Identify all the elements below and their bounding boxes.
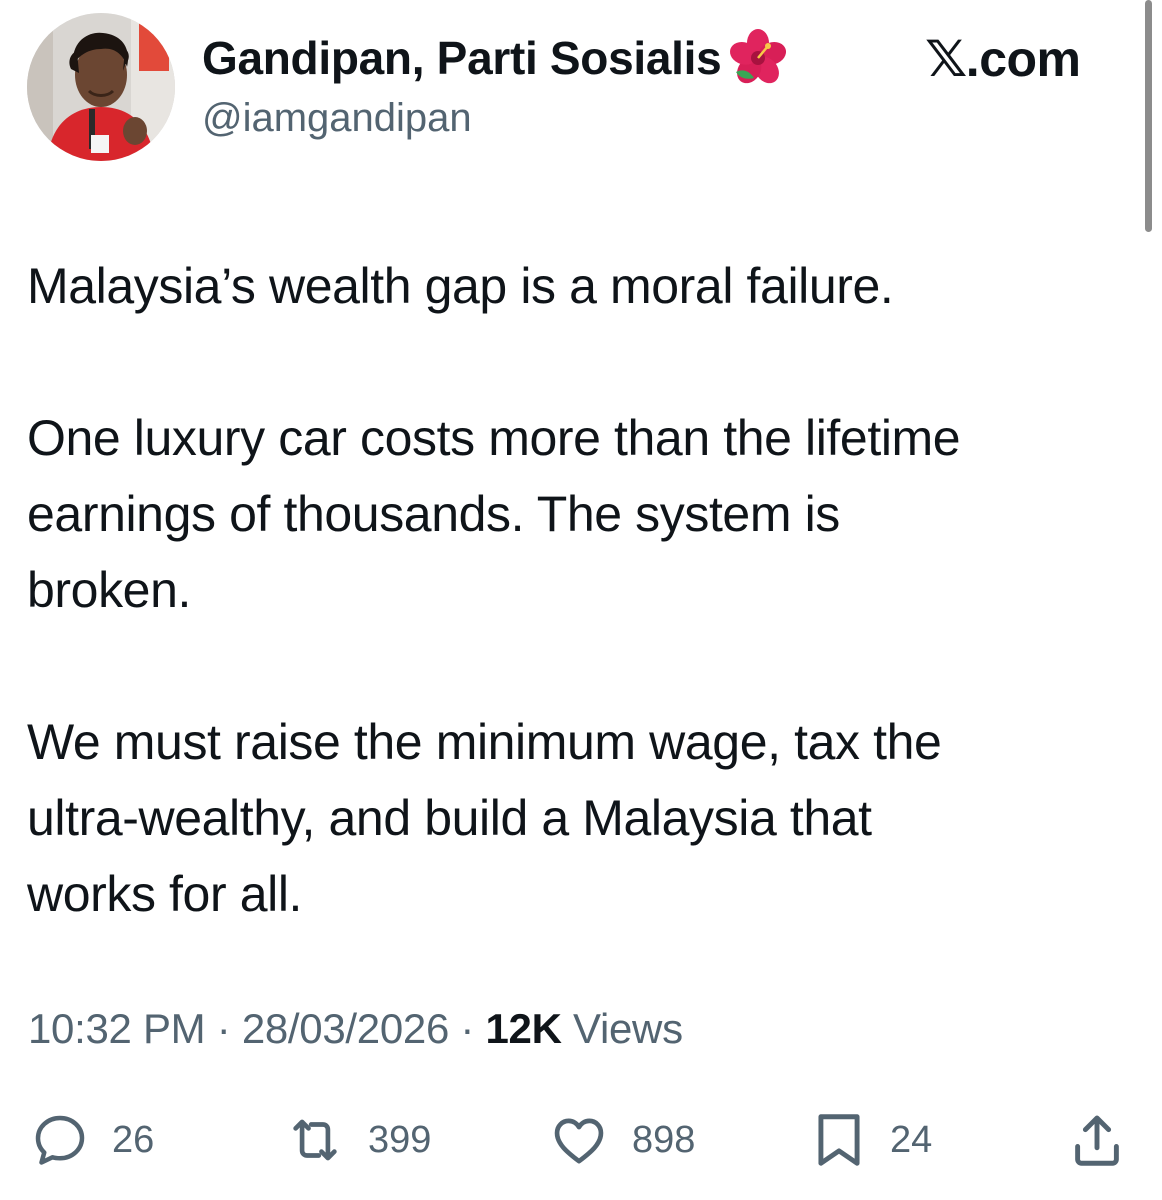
hibiscus-icon (727, 27, 789, 89)
reply-icon (35, 1115, 85, 1165)
like-count: 898 (632, 1119, 696, 1161)
tweet-meta: 10:32 PM · 28/03/2026 · 12K Views (28, 1003, 683, 1055)
repost-icon (293, 1119, 337, 1161)
tweet-action-bar: 26 399 898 24 (0, 1108, 1162, 1172)
tweet-text: Malaysia’s wealth gap is a moral failure… (27, 248, 1137, 1008)
avatar[interactable] (27, 13, 175, 161)
tweet-time[interactable]: 10:32 PM (28, 1005, 206, 1052)
scrollbar[interactable] (1145, 0, 1152, 232)
profile-photo (27, 13, 175, 161)
author-display-name[interactable]: Gandipan, Parti Sosialis (202, 32, 722, 84)
like-button[interactable]: 898 (548, 1108, 695, 1172)
tweet-paragraph: Malaysia’s wealth gap is a moral failure… (27, 258, 894, 314)
tweet-date[interactable]: 28/03/2026 (242, 1005, 450, 1052)
meta-separator: · (449, 1005, 486, 1052)
tweet-paragraph: One luxury car costs more than the lifet… (27, 410, 961, 618)
x-logo-icon: 𝕏 (925, 30, 967, 88)
bookmark-icon (818, 1114, 860, 1166)
author-handle[interactable]: @iamgandipan (202, 94, 472, 142)
reply-count: 26 (112, 1119, 155, 1161)
author-display-name-row[interactable]: Gandipan, Parti Sosialis (202, 27, 789, 89)
bookmark-count: 24 (890, 1119, 933, 1161)
repost-button[interactable]: 399 (284, 1108, 431, 1172)
bookmark-button[interactable]: 24 (810, 1108, 932, 1172)
reply-button[interactable]: 26 (30, 1108, 154, 1172)
share-button[interactable] (1068, 1108, 1126, 1172)
meta-separator: · (205, 1005, 242, 1052)
heart-icon (554, 1118, 604, 1164)
views-label[interactable]: Views (562, 1005, 683, 1052)
repost-count: 399 (368, 1119, 432, 1161)
share-icon (1075, 1115, 1119, 1166)
views-count[interactable]: 12K (485, 1005, 561, 1052)
site-label: 𝕏.com (925, 30, 1081, 88)
site-label-suffix: .com (965, 31, 1081, 87)
tweet-paragraph: We must raise the minimum wage, tax the … (27, 714, 942, 922)
